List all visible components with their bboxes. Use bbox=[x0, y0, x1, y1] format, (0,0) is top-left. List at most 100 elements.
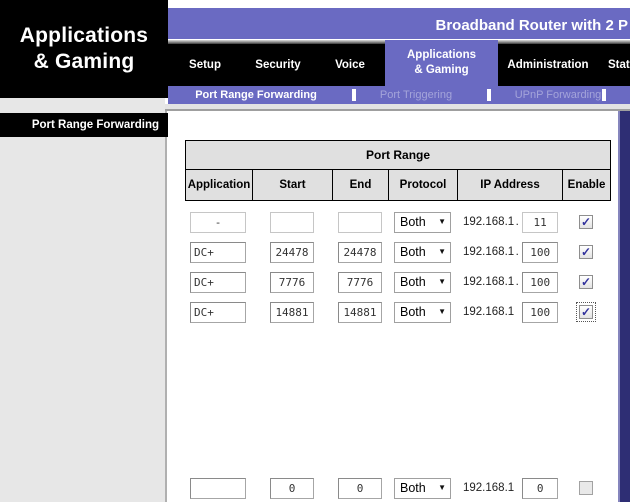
table-cell bbox=[185, 302, 252, 323]
tab-status[interactable]: Status bbox=[608, 44, 630, 86]
end-port-input[interactable] bbox=[338, 302, 382, 323]
enable-checkbox[interactable]: ✓ bbox=[579, 481, 593, 495]
start-port-input[interactable] bbox=[270, 302, 314, 323]
default-row-slot: Both▼ 192.168.1 ✓ bbox=[185, 473, 610, 502]
router-title: Broadband Router with 2 P bbox=[435, 17, 628, 34]
col-header-application: Application bbox=[186, 170, 253, 201]
protocol-value: Both bbox=[400, 215, 426, 229]
tab-applications-gaming[interactable]: Applications & Gaming bbox=[385, 40, 498, 86]
end-port-input[interactable] bbox=[338, 242, 382, 263]
col-header-ip-address: IP Address bbox=[458, 170, 563, 201]
port-range-table-header: Port Range Application Start End Protoco… bbox=[185, 140, 611, 201]
subnav-port-range-forwarding[interactable]: Port Range Forwarding bbox=[195, 86, 317, 104]
ip-prefix: 192.168.1 bbox=[463, 246, 514, 258]
table-cell: Both ▼ bbox=[388, 242, 457, 263]
table-cell bbox=[252, 242, 332, 263]
start-port-input[interactable] bbox=[270, 212, 314, 233]
application-input[interactable] bbox=[190, 212, 246, 233]
end-port-input[interactable] bbox=[338, 478, 382, 499]
ip-last-octet-input[interactable] bbox=[522, 478, 558, 499]
port-range-table: Port Range Application Start End Protoco… bbox=[185, 140, 610, 502]
application-input[interactable] bbox=[190, 302, 246, 323]
table-cell: ✓ bbox=[562, 215, 610, 229]
table-cell bbox=[252, 302, 332, 323]
table-cell: 192.168.1. bbox=[457, 212, 562, 233]
protocol-value: Both bbox=[400, 245, 426, 259]
enable-checkbox[interactable]: ✓ bbox=[579, 275, 593, 289]
table-row: Both ▼ 192.168.1. ✓ bbox=[185, 207, 610, 237]
section-logo-line1: Applications bbox=[0, 23, 168, 49]
table-cell bbox=[332, 302, 388, 323]
table-cell: ✓ bbox=[562, 481, 610, 495]
protocol-select[interactable]: Both ▼ bbox=[394, 242, 451, 263]
content-top-strip bbox=[165, 104, 630, 111]
tab-setup[interactable]: Setup bbox=[189, 44, 221, 86]
tab-applications-gaming-line1: Applications bbox=[385, 48, 498, 63]
table-cell: Both ▼ bbox=[388, 212, 457, 233]
top-title-bar: Broadband Router with 2 P bbox=[168, 8, 630, 39]
col-header-enable: Enable bbox=[563, 170, 611, 201]
table-row: Both▼192.168.1.✓ bbox=[185, 267, 610, 297]
tab-security[interactable]: Security bbox=[255, 44, 300, 86]
application-input[interactable] bbox=[190, 478, 246, 499]
table-cell: 192.168.1 bbox=[457, 478, 562, 499]
table-cell bbox=[185, 272, 252, 293]
table-cell bbox=[332, 212, 388, 233]
table-cell: 192.168.1 bbox=[457, 302, 562, 323]
ip-last-octet-input[interactable] bbox=[522, 272, 558, 293]
enable-checkbox[interactable]: ✓ bbox=[579, 215, 593, 229]
dropdown-arrow-icon: ▼ bbox=[438, 484, 446, 492]
start-port-input[interactable] bbox=[270, 272, 314, 293]
table-row: Both ▼ 192.168.1 ✓ bbox=[185, 297, 610, 327]
ip-separator: . bbox=[515, 246, 519, 258]
start-port-input[interactable] bbox=[270, 478, 314, 499]
dropdown-arrow-icon: ▼ bbox=[438, 308, 446, 316]
application-input[interactable] bbox=[190, 272, 246, 293]
table-cell bbox=[332, 272, 388, 293]
table-cell bbox=[185, 242, 252, 263]
dropdown-arrow-icon: ▼ bbox=[438, 218, 446, 226]
table-cell: ✓ bbox=[562, 275, 610, 289]
section-logo-line2: & Gaming bbox=[0, 49, 168, 75]
tab-applications-gaming-line2: & Gaming bbox=[385, 63, 498, 78]
subnav-upnp-forwarding[interactable]: UPnP Forwarding bbox=[515, 86, 602, 104]
table-title: Port Range bbox=[186, 141, 611, 170]
ip-last-octet-input[interactable] bbox=[522, 242, 558, 263]
right-accent-bar bbox=[618, 111, 630, 502]
ip-last-octet-input[interactable] bbox=[522, 212, 558, 233]
table-row: Both▼ 192.168.1 ✓ bbox=[185, 473, 610, 502]
table-cell bbox=[332, 242, 388, 263]
application-input[interactable] bbox=[190, 242, 246, 263]
table-cell: Both▼ bbox=[388, 478, 457, 499]
left-sidebar bbox=[0, 98, 165, 502]
tab-administration[interactable]: Administration bbox=[507, 44, 588, 86]
subnav-separator bbox=[487, 89, 491, 101]
table-cell bbox=[252, 272, 332, 293]
enable-checkbox[interactable]: ✓ bbox=[579, 305, 593, 319]
protocol-select[interactable]: Both▼ bbox=[394, 478, 451, 499]
protocol-select[interactable]: Both ▼ bbox=[394, 302, 451, 323]
col-header-start: Start bbox=[253, 170, 333, 201]
end-port-input[interactable] bbox=[338, 212, 382, 233]
protocol-value: Both bbox=[400, 305, 426, 319]
table-cell bbox=[185, 212, 252, 233]
protocol-select[interactable]: Both▼ bbox=[394, 272, 451, 293]
ip-separator: . bbox=[515, 216, 519, 228]
table-cell: Both▼ bbox=[388, 272, 457, 293]
table-cell: ✓ bbox=[562, 245, 610, 259]
ip-prefix: 192.168.1 bbox=[463, 276, 514, 288]
start-port-input[interactable] bbox=[270, 242, 314, 263]
router-admin-page: Applications & Gaming Broadband Router w… bbox=[0, 0, 630, 502]
table-cell: 192.168.1. bbox=[457, 242, 562, 263]
page-title: Port Range Forwarding bbox=[0, 113, 168, 137]
table-cell: ✓ bbox=[562, 305, 610, 319]
table-cell bbox=[252, 212, 332, 233]
protocol-select[interactable]: Both ▼ bbox=[394, 212, 451, 233]
subnav-port-triggering[interactable]: Port Triggering bbox=[380, 86, 452, 104]
ip-last-octet-input[interactable] bbox=[522, 302, 558, 323]
dropdown-arrow-icon: ▼ bbox=[438, 248, 446, 256]
col-header-protocol: Protocol bbox=[389, 170, 458, 201]
end-port-input[interactable] bbox=[338, 272, 382, 293]
enable-checkbox[interactable]: ✓ bbox=[579, 245, 593, 259]
tab-voice[interactable]: Voice bbox=[335, 44, 365, 86]
